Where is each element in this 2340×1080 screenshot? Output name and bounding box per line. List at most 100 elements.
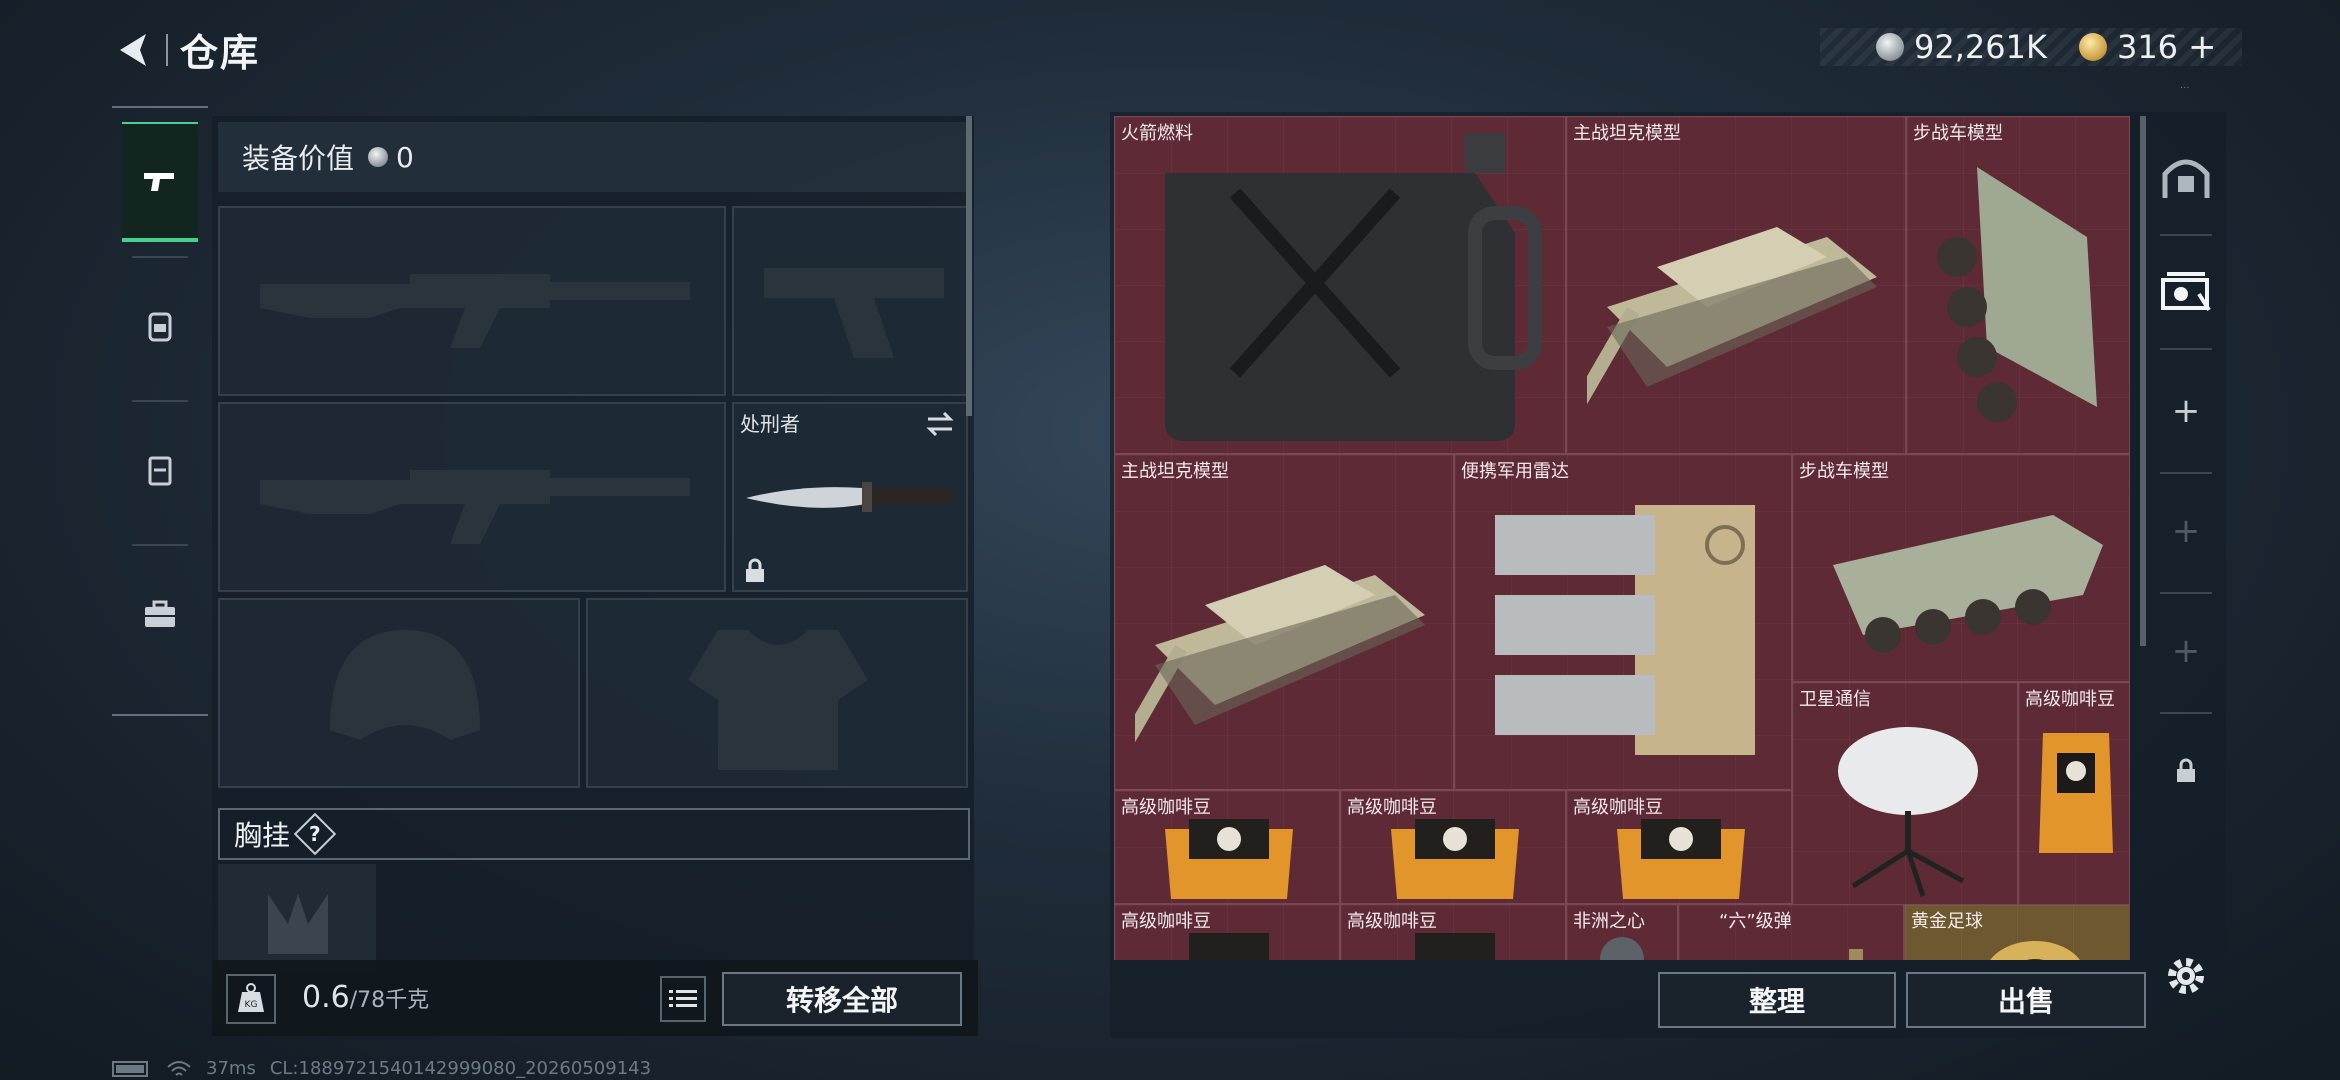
chest-rig-slot[interactable] <box>218 864 376 974</box>
item-name: 便携军用雷达 <box>1461 461 1569 482</box>
silver-amount: 92,261K <box>1914 28 2047 66</box>
status-bar: 37ms CL:1889721540142999080_20260509143 <box>112 1058 651 1079</box>
item-name: 高级咖啡豆 <box>2025 689 2115 710</box>
melee-slot[interactable]: 处刑者 <box>732 402 968 592</box>
gold-coin-icon <box>2078 33 2107 61</box>
jerrycan-icon <box>1165 133 1542 441</box>
equipment-panel: 装备价值 0 处刑者 胸挂 ? <box>212 116 974 974</box>
add-gold-icon[interactable]: + <box>2188 27 2217 67</box>
stash-item[interactable]: 高级咖啡豆 <box>1566 790 1792 904</box>
stash-item[interactable]: 非洲之心 <box>1566 904 1678 960</box>
version-text: ... <box>2180 80 2190 91</box>
tab-divider <box>132 544 188 546</box>
list-icon <box>669 990 697 1007</box>
armor-slot[interactable] <box>586 598 968 788</box>
settings-gear-icon[interactable] <box>2162 952 2210 1000</box>
svg-text:KG: KG <box>245 1000 258 1010</box>
item-name: 主战坦克模型 <box>1121 461 1229 482</box>
tab-case[interactable] <box>122 554 198 674</box>
client-id-text: CL:1889721540142999080_20260509143 <box>269 1058 652 1079</box>
stash-item[interactable]: 主战坦克模型 <box>1566 116 1906 454</box>
stash-item[interactable]: 卫星通信 <box>1792 682 2018 906</box>
tank-model-icon <box>1135 565 1425 748</box>
swap-icon[interactable] <box>924 410 956 438</box>
briefcase-icon <box>145 600 175 627</box>
pistol-icon <box>144 173 174 191</box>
tab-divider <box>132 400 188 402</box>
tab-divider <box>2160 234 2212 236</box>
coffee-box-icon <box>1165 819 1293 899</box>
tab-stash-collection[interactable] <box>2150 246 2222 336</box>
tab-divider <box>2160 712 2212 714</box>
list-view-button[interactable] <box>660 976 706 1022</box>
stash-item[interactable]: 黄金足球 <box>1904 904 2130 960</box>
rifle-silhouette-icon <box>260 274 690 348</box>
stash-item[interactable]: 火箭燃料 <box>1114 116 1566 454</box>
primary-weapon-slot[interactable] <box>218 206 726 396</box>
tab-chest-rig[interactable] <box>122 410 198 530</box>
stash-item[interactable]: “六”级弹 <box>1678 904 1904 960</box>
stash-item[interactable]: 高级咖啡豆 <box>1114 790 1340 904</box>
collection-icon <box>2161 272 2211 312</box>
ifv-model-icon <box>1937 167 2097 422</box>
tab-backpack[interactable] <box>122 266 198 386</box>
add-stash-tab-button[interactable]: + <box>2150 366 2222 456</box>
coffee-box-icon <box>1415 933 1495 960</box>
coffee-box-icon <box>1189 933 1269 960</box>
stash-item[interactable]: 便携军用雷达 <box>1454 454 1792 790</box>
stash-scrollbar[interactable] <box>2140 116 2146 646</box>
stash-item[interactable]: 高级咖啡豆 <box>1340 904 1566 960</box>
wifi-icon <box>167 1060 191 1076</box>
weight-icon: KG <box>226 974 276 1024</box>
item-name: 步战车模型 <box>1799 461 1889 482</box>
stash-item[interactable]: 高级咖啡豆 <box>1114 904 1340 960</box>
melee-label: 处刑者 <box>740 412 800 436</box>
help-icon[interactable]: ? <box>293 812 337 856</box>
helmet-slot[interactable] <box>218 598 580 788</box>
coffee-bag-icon <box>2039 733 2113 853</box>
ifv-model-icon <box>1833 515 2103 653</box>
page-title: 仓库 <box>180 31 261 75</box>
plus-icon: + <box>2171 631 2201 671</box>
sell-button[interactable]: 出售 <box>1906 972 2146 1028</box>
equipment-value-row: 装备价值 0 <box>218 122 968 192</box>
organize-button[interactable]: 整理 <box>1658 972 1896 1028</box>
secondary-weapon-slot[interactable] <box>218 402 726 592</box>
gold-football-icon <box>1990 941 2080 960</box>
stash-item[interactable]: 高级咖啡豆 <box>1340 790 1566 904</box>
stash-tab-bar: + + + <box>2150 116 2222 836</box>
coffee-box-icon <box>1617 819 1745 899</box>
transfer-all-button[interactable]: 转移全部 <box>722 972 962 1026</box>
item-name: 卫星通信 <box>1799 689 1871 710</box>
backpack-icon <box>148 312 172 342</box>
tab-divider <box>2160 472 2212 474</box>
chest-rig-silhouette-icon <box>268 894 328 954</box>
item-name: 步战车模型 <box>1913 123 2003 144</box>
left-scrollbar[interactable] <box>966 116 972 416</box>
stash-grid: 火箭燃料 主战坦克模型 步战车模型 主战坦克模型 便携军用雷达 步战车模型 卫星… <box>1114 116 2130 960</box>
pistol-silhouette-icon <box>764 268 944 358</box>
plus-icon: + <box>2171 391 2201 431</box>
stash-item[interactable]: 高级咖啡豆 <box>2018 682 2130 906</box>
add-stash-tab-button[interactable]: + <box>2150 606 2222 696</box>
equipment-value-label: 装备价值 <box>242 142 355 175</box>
tab-weapon[interactable] <box>122 122 198 242</box>
title-separator <box>166 34 168 66</box>
tab-divider <box>2160 348 2212 350</box>
silver-coin-icon <box>1876 33 1904 61</box>
tab-stash-vault[interactable] <box>2150 132 2222 222</box>
add-stash-tab-button[interactable]: + <box>2150 486 2222 576</box>
stash-item[interactable]: 步战车模型 <box>1792 454 2130 682</box>
ping-text: 37ms <box>206 1058 256 1079</box>
pistol-slot[interactable] <box>732 206 968 396</box>
locked-stash-tab[interactable] <box>2150 726 2222 816</box>
equipment-value: 0 <box>396 140 414 174</box>
stash-item[interactable]: 主战坦克模型 <box>1114 454 1454 790</box>
weight-max: /78千克 <box>349 988 430 1013</box>
currency-bar: 92,261K 316 + <box>1820 27 2242 67</box>
back-arrow-icon[interactable] <box>110 26 158 74</box>
rifle-silhouette-icon <box>260 470 690 544</box>
item-name: “六”级弹 <box>1719 911 1792 932</box>
satellite-dish-icon <box>1838 727 1978 897</box>
stash-item[interactable]: 步战车模型 <box>1906 116 2130 454</box>
